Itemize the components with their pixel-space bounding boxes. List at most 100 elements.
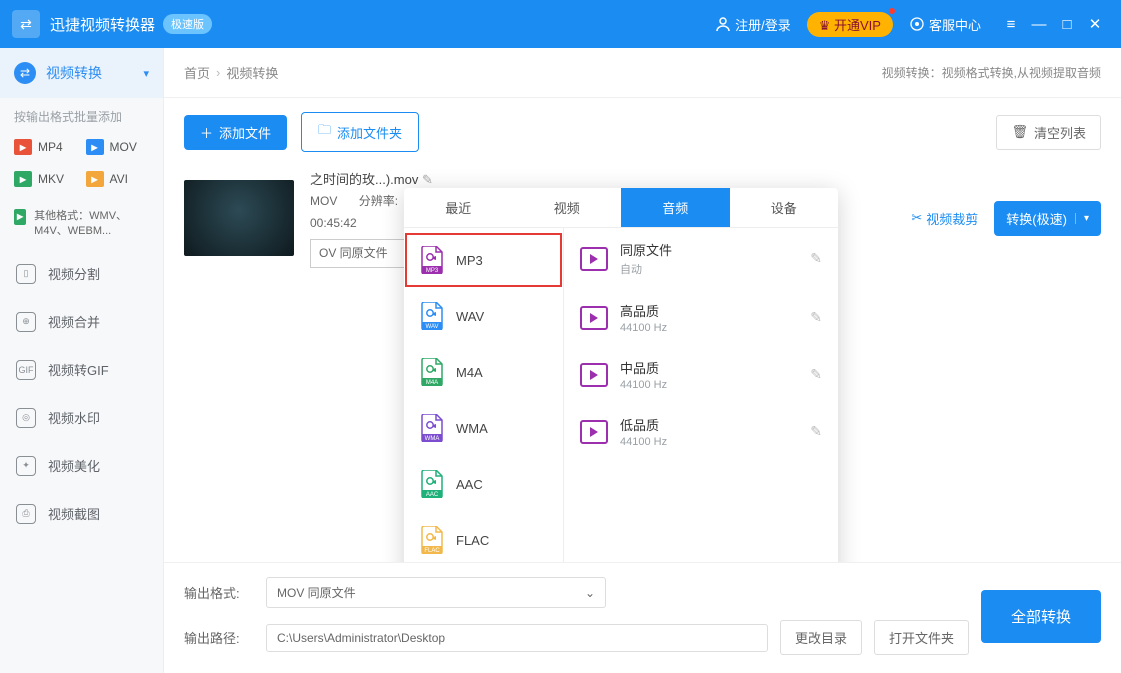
sidebar-format-mp4[interactable]: ▶MP4 — [10, 131, 82, 163]
svg-text:FLAC: FLAC — [424, 548, 440, 554]
format-icon: ▶ — [86, 171, 104, 187]
minimize-button[interactable]: — — [1025, 16, 1053, 33]
file-type-icon: WAV — [420, 302, 444, 330]
module-icon: ✦ — [16, 456, 36, 476]
file-type-icon: FLAC — [420, 526, 444, 554]
breadcrumb-sep: › — [216, 65, 220, 80]
breadcrumb-current: 视频转换 — [226, 63, 278, 82]
popup-tab-0[interactable]: 最近 — [404, 188, 513, 227]
edit-preset-icon[interactable]: ✎ — [810, 309, 822, 326]
convert-file-button[interactable]: 转换(极速)▾ — [994, 201, 1101, 236]
scissors-icon: ✂ — [911, 210, 922, 226]
audio-format-m4a[interactable]: M4AM4A — [404, 344, 563, 400]
app-logo-icon: ⇄ — [12, 10, 40, 38]
audio-format-flac[interactable]: FLACFLAC — [404, 512, 563, 568]
module-icon: ⎙ — [16, 504, 36, 524]
toolbar: ＋添加文件 🗀添加文件夹 🗑清空列表 — [164, 98, 1121, 152]
quality-option[interactable]: 中品质44100 Hz✎ — [564, 346, 838, 403]
audio-format-aac[interactable]: AACAAC — [404, 456, 563, 512]
add-file-button[interactable]: ＋添加文件 — [184, 115, 287, 150]
change-dir-button[interactable]: 更改目录 — [780, 620, 862, 655]
module-icon: GIF — [16, 360, 36, 380]
popup-tab-1[interactable]: 视频 — [513, 188, 622, 227]
batch-add-heading: 按输出格式批量添加 — [0, 98, 163, 131]
audio-format-wav[interactable]: WAVWAV — [404, 288, 563, 344]
crown-icon: ♛ — [819, 18, 834, 33]
breadcrumb-home[interactable]: 首页 — [184, 63, 210, 82]
add-folder-button[interactable]: 🗀添加文件夹 — [301, 112, 419, 152]
popup-tab-3[interactable]: 设备 — [730, 188, 839, 227]
module-icon: ◎ — [16, 408, 36, 428]
support-link[interactable]: 客服中心 — [909, 15, 981, 34]
main-panel: 首页 › 视频转换 视频转换：视频格式转换,从视频提取音频 ＋添加文件 🗀添加文… — [164, 48, 1121, 673]
audio-format-mp3[interactable]: MP3MP3 — [404, 232, 563, 288]
clear-list-button[interactable]: 🗑清空列表 — [996, 115, 1101, 150]
module-icon: ⊕ — [16, 312, 36, 332]
edit-name-icon[interactable]: ✎ — [422, 172, 433, 187]
sidebar-item[interactable]: ⎙视频截图 — [0, 490, 163, 538]
quality-icon — [580, 420, 608, 444]
svg-text:M4A: M4A — [426, 380, 438, 386]
popup-tab-2[interactable]: 音频 — [621, 188, 730, 227]
login-label: 注册/登录 — [735, 15, 791, 34]
sidebar-item[interactable]: ✦视频美化 — [0, 442, 163, 490]
chevron-down-icon: ▾ — [143, 67, 149, 80]
sidebar: ⇄ 视频转换 ▾ 按输出格式批量添加 ▶MP4▶MOV▶MKV▶AVI ▶ 其他… — [0, 48, 164, 673]
output-format-label: 输出格式: — [184, 583, 254, 602]
chevron-down-icon[interactable]: ▾ — [1075, 213, 1089, 224]
svg-text:AAC: AAC — [426, 492, 439, 498]
edit-preset-icon[interactable]: ✎ — [810, 366, 822, 383]
sidebar-format-avi[interactable]: ▶AVI — [82, 163, 154, 195]
sidebar-current-label: 视频转换 — [46, 63, 102, 83]
file-name: 之时间的玫...).mov — [310, 172, 418, 187]
svg-text:WAV: WAV — [426, 324, 439, 330]
svg-text:WMA: WMA — [425, 436, 440, 442]
sidebar-item[interactable]: ◎视频水印 — [0, 394, 163, 442]
headset-icon — [909, 16, 925, 32]
page-description: 视频转换：视频格式转换,从视频提取音频 — [882, 64, 1101, 81]
breadcrumb: 首页 › 视频转换 视频转换：视频格式转换,从视频提取音频 — [164, 48, 1121, 98]
svg-text:MP3: MP3 — [426, 268, 439, 274]
output-path-field[interactable]: C:\Users\Administrator\Desktop — [266, 624, 768, 652]
quality-option[interactable]: 低品质44100 Hz✎ — [564, 403, 838, 460]
quality-icon — [580, 363, 608, 387]
module-icon: ▯ — [16, 264, 36, 284]
vip-button[interactable]: ♛ 开通VIP — [807, 12, 893, 37]
file-type-icon: WMA — [420, 414, 444, 442]
other-formats-item[interactable]: ▶ 其他格式：WMV、M4V、WEBM... — [0, 203, 163, 250]
quality-icon — [580, 306, 608, 330]
video-thumbnail[interactable] — [184, 180, 294, 256]
format-icon: ▶ — [14, 139, 32, 155]
app-title: 迅捷视频转换器 — [50, 14, 155, 35]
edit-preset-icon[interactable]: ✎ — [810, 250, 822, 267]
edit-preset-icon[interactable]: ✎ — [810, 423, 822, 440]
convert-icon: ⇄ — [14, 62, 36, 84]
sidebar-format-mov[interactable]: ▶MOV — [82, 131, 154, 163]
format-icon: ▶ — [14, 171, 32, 187]
file-type-icon: AAC — [420, 470, 444, 498]
output-format-dropdown[interactable]: MOV 同原文件⌄ — [266, 577, 606, 608]
quality-option[interactable]: 同原文件自动✎ — [564, 228, 838, 289]
sidebar-item[interactable]: ▯视频分割 — [0, 250, 163, 298]
open-dir-button[interactable]: 打开文件夹 — [874, 620, 969, 655]
output-path-label: 输出路径: — [184, 628, 254, 647]
sidebar-item[interactable]: GIF视频转GIF — [0, 346, 163, 394]
login-link[interactable]: 注册/登录 — [715, 15, 791, 34]
chevron-down-icon: ⌄ — [585, 586, 595, 600]
convert-all-button[interactable]: 全部转换 — [981, 590, 1101, 643]
other-formats-label: 其他格式：WMV、M4V、WEBM... — [34, 209, 149, 240]
other-formats-icon: ▶ — [14, 209, 26, 225]
sidebar-current-module[interactable]: ⇄ 视频转换 ▾ — [0, 48, 163, 98]
file-ext: MOV — [310, 194, 337, 208]
video-crop-link[interactable]: ✂视频裁剪 — [911, 209, 978, 228]
sidebar-format-mkv[interactable]: ▶MKV — [10, 163, 82, 195]
quality-option[interactable]: 高品质44100 Hz✎ — [564, 289, 838, 346]
support-label: 客服中心 — [929, 15, 981, 34]
close-button[interactable]: ✕ — [1081, 15, 1109, 33]
maximize-button[interactable]: □ — [1053, 16, 1081, 33]
sidebar-item[interactable]: ⊕视频合并 — [0, 298, 163, 346]
file-type-icon: M4A — [420, 358, 444, 386]
menu-button[interactable]: ≡ — [997, 16, 1025, 33]
folder-icon: 🗀 — [318, 121, 331, 143]
audio-format-wma[interactable]: WMAWMA — [404, 400, 563, 456]
